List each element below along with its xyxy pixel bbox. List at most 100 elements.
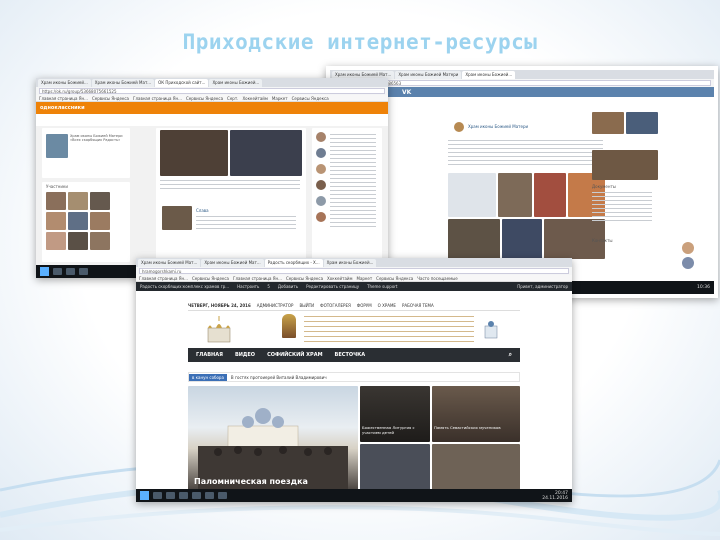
bookmark[interactable]: Cерт. [227, 96, 238, 101]
vk-side-photo[interactable] [592, 112, 624, 134]
ok-member-avatar[interactable] [68, 232, 88, 250]
tile-photo[interactable] [360, 444, 430, 490]
tile-photo[interactable] [432, 386, 520, 442]
nav-item-video[interactable]: ВИДЕО [235, 352, 255, 358]
top-menu-item[interactable]: АДМИНИСТРАТОР [257, 303, 294, 308]
tile-photo[interactable] [432, 444, 520, 490]
site-tab[interactable]: Храм иконы Божией Мат... [138, 259, 201, 267]
taskbar-app-icon[interactable] [192, 492, 201, 499]
taskbar-app-icon[interactable] [205, 492, 214, 499]
bookmark[interactable]: Хоккейтайм [327, 276, 352, 281]
vk-tab[interactable]: Храм иконы Божией Матери [395, 71, 462, 79]
ok-site-name[interactable]: одноклассники [40, 105, 85, 111]
top-menu-item[interactable]: РАБОЧАЯ ТЕМА [402, 303, 434, 308]
admin-bar-item[interactable]: 5 [267, 284, 270, 289]
taskbar-app-icon[interactable] [218, 492, 227, 499]
ok-post-caption[interactable]: Слава [196, 208, 209, 213]
bookmark[interactable]: Часто посещаемые [417, 276, 457, 281]
ok-friend-avatar[interactable] [316, 196, 326, 206]
ok-post-photo[interactable] [230, 130, 302, 176]
ok-member-avatar[interactable] [90, 212, 110, 230]
vk-photo[interactable] [502, 219, 542, 259]
ok-member-avatar[interactable] [90, 232, 110, 250]
vk-tab[interactable]: Храм иконы Божией... [462, 71, 516, 79]
vk-photo[interactable] [534, 173, 566, 217]
taskbar-app-icon[interactable] [166, 492, 175, 499]
ok-friend-avatar[interactable] [316, 148, 326, 158]
bookmark[interactable]: Сервисы Яндекса [286, 276, 323, 281]
ok-member-avatar[interactable] [68, 192, 88, 210]
feature-caption[interactable]: Паломническая поездка [194, 477, 308, 486]
bookmark[interactable]: Главная страница Ян... [233, 276, 282, 281]
windows-start-icon[interactable] [140, 491, 149, 500]
vk-photo[interactable] [448, 173, 496, 217]
top-menu-item[interactable]: ФОТОГАЛЕРЕЯ [320, 303, 351, 308]
bookmark[interactable]: Сервисы Яндекса [186, 96, 223, 101]
vk-url-field[interactable]: https://vk.com/public103686563 [333, 80, 711, 86]
bookmark[interactable]: Маркет [272, 96, 288, 101]
bookmark[interactable]: Сервисы Яндекса [192, 276, 229, 281]
vk-side-photo[interactable] [592, 150, 658, 180]
ok-friend-avatar[interactable] [316, 164, 326, 174]
vk-post-author[interactable]: Храм иконы Божией Матери [468, 124, 528, 129]
top-menu-item[interactable]: ВЫЙТИ [299, 303, 314, 308]
church-logo-icon[interactable] [202, 314, 236, 344]
ok-tab[interactable]: Храм иконы Божией... [209, 79, 263, 87]
admin-bar-item[interactable]: Редактировать страницу [306, 284, 359, 289]
vk-side-photo[interactable] [626, 112, 658, 134]
taskbar-app-icon[interactable] [179, 492, 188, 499]
top-menu-item[interactable]: ФОРУМ [357, 303, 372, 308]
site-tab[interactable]: Храм иконы Божией Мат... [201, 259, 264, 267]
ok-tab[interactable]: ОК Приходской сайт... [155, 79, 209, 87]
tile-caption[interactable]: Память Севастийских мучеников [434, 425, 518, 431]
bookmark[interactable]: Главная страница Ян... [133, 96, 182, 101]
site-tab[interactable]: Храм иконы Божией... [323, 259, 377, 267]
bookmark[interactable]: Хоккейтайм [242, 96, 267, 101]
ok-member-avatar[interactable] [90, 192, 110, 210]
nav-item-home[interactable]: ГЛАВНАЯ [196, 352, 223, 358]
ok-friend-avatar[interactable] [316, 180, 326, 190]
ok-member-avatar[interactable] [46, 212, 66, 230]
ok-member-avatar[interactable] [46, 232, 66, 250]
admin-bar-item[interactable]: Настроить [237, 284, 259, 289]
admin-bar-item[interactable]: Theme support [367, 284, 397, 289]
admin-bar-item[interactable]: Радость скорбящих:комплекс храмов гр... [140, 284, 229, 289]
admin-bar-item[interactable]: Привет, администратор [517, 284, 568, 289]
ok-post-actions [160, 180, 300, 190]
feature-photo[interactable] [188, 386, 358, 490]
taskbar-app-icon[interactable] [66, 268, 75, 275]
ok-member-avatar[interactable] [68, 212, 88, 230]
site-url-field[interactable]: hramogorshkami.ru [139, 268, 569, 274]
search-icon[interactable]: ⌕ [509, 351, 512, 359]
admin-bar-item[interactable]: Добавить [278, 284, 298, 289]
bookmark[interactable]: Сервисы Яндекса [376, 276, 413, 281]
ok-member-avatar[interactable] [46, 192, 66, 210]
bookmark[interactable]: Главная страница Ян... [39, 96, 88, 101]
ok-post-image[interactable] [162, 206, 192, 230]
ok-url-field[interactable]: https://ok.ru/group/53668075661525 [39, 88, 385, 94]
top-menu-item[interactable]: О ХРАМЕ [378, 303, 396, 308]
vk-photo[interactable] [498, 173, 532, 217]
taskbar-app-icon[interactable] [79, 268, 88, 275]
ok-group-name[interactable]: Храм иконы Божией Матери «Всех скорбящих… [70, 134, 128, 150]
ok-group-avatar[interactable] [46, 134, 68, 158]
nav-item-news[interactable]: ВЕСТОЧКА [335, 352, 366, 358]
bookmark[interactable]: Главная страница Ян... [139, 276, 188, 281]
vk-logo-icon[interactable]: VK [402, 89, 411, 96]
ok-friend-avatar[interactable] [316, 212, 326, 222]
bookmark[interactable]: Маркет [357, 276, 373, 281]
ticker-text[interactable]: В гостях протоиерей Виталий Владимирович [231, 375, 327, 380]
ok-tab[interactable]: Храм иконы Божией... [38, 79, 91, 87]
taskbar-app-icon[interactable] [53, 268, 62, 275]
ok-friend-avatar[interactable] [316, 132, 326, 142]
vk-photo[interactable] [448, 219, 500, 259]
taskbar-app-icon[interactable] [153, 492, 162, 499]
tile-caption[interactable]: Божественная Литургия с участием детей [362, 425, 428, 435]
ok-tab[interactable]: Храм иконы Божией Мат... [91, 79, 155, 87]
ok-post-photo[interactable] [160, 130, 228, 176]
bookmark[interactable]: Сервисы Яндекса [292, 96, 329, 101]
site-tab[interactable]: Радость скорбящих - Х... [264, 259, 323, 267]
bookmark[interactable]: Сервисы Яндекса [92, 96, 129, 101]
windows-start-icon[interactable] [40, 267, 49, 276]
nav-item-sofia[interactable]: СОФИЙСКИЙ ХРАМ [267, 352, 322, 358]
